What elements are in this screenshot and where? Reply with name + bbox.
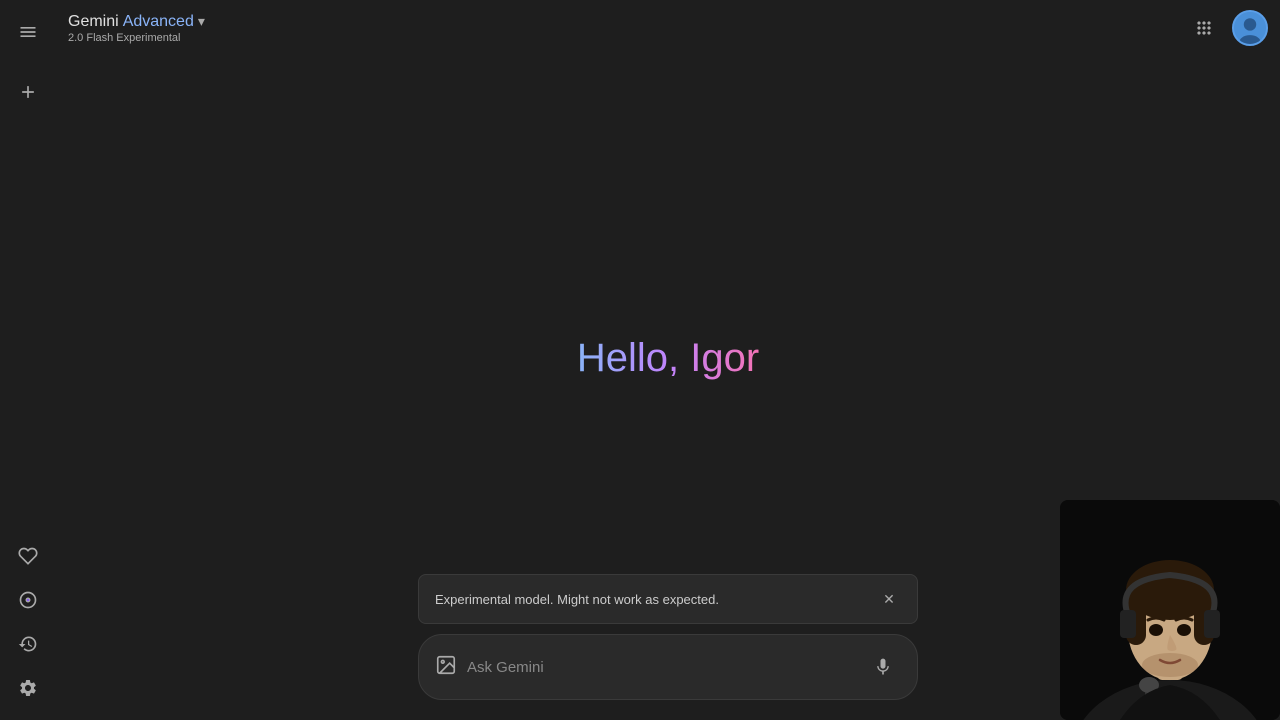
header-title: Gemini Advanced ▾ 2.0 Flash Experimental: [68, 13, 205, 44]
close-icon: ✕: [883, 591, 895, 608]
grid-icon: [1194, 18, 1214, 38]
explore-button[interactable]: [8, 580, 48, 620]
settings-button[interactable]: [8, 668, 48, 708]
header-right: [1184, 8, 1268, 48]
menu-button[interactable]: [8, 12, 48, 52]
webcam-feed: [1060, 500, 1280, 720]
avatar-image: [1234, 10, 1266, 46]
sidebar-bottom: [8, 536, 48, 708]
search-input[interactable]: [467, 659, 855, 676]
new-chat-button[interactable]: [8, 72, 48, 112]
sidebar-top: [8, 12, 48, 112]
title-gemini: Gemini: [68, 13, 119, 31]
favorites-button[interactable]: [8, 536, 48, 576]
plus-icon: [18, 82, 38, 102]
avatar[interactable]: [1232, 10, 1268, 46]
header-title-main: Gemini Advanced ▾: [68, 13, 205, 31]
input-area[interactable]: [418, 634, 918, 700]
history-button[interactable]: [8, 624, 48, 664]
sidebar: [0, 0, 56, 720]
header-subtitle: 2.0 Flash Experimental: [68, 32, 205, 44]
banner-text: Experimental model. Might not work as ex…: [435, 592, 719, 607]
mic-icon: [873, 657, 893, 677]
greeting-text: Hello, Igor: [577, 336, 759, 381]
dropdown-arrow-icon[interactable]: ▾: [198, 13, 205, 30]
title-advanced: Advanced: [123, 13, 194, 31]
history-icon: [18, 634, 38, 654]
header: Gemini Advanced ▾ 2.0 Flash Experimental: [56, 0, 1280, 56]
mic-button[interactable]: [865, 649, 901, 685]
image-upload-icon[interactable]: [435, 654, 457, 681]
google-apps-button[interactable]: [1184, 8, 1224, 48]
webcam-overlay: [1060, 500, 1280, 720]
banner-close-button[interactable]: ✕: [877, 587, 901, 611]
menu-icon: [18, 22, 38, 42]
experimental-banner: Experimental model. Might not work as ex…: [418, 574, 918, 624]
explore-icon: [18, 590, 38, 610]
settings-icon: [18, 678, 38, 698]
heart-icon: [18, 546, 38, 566]
